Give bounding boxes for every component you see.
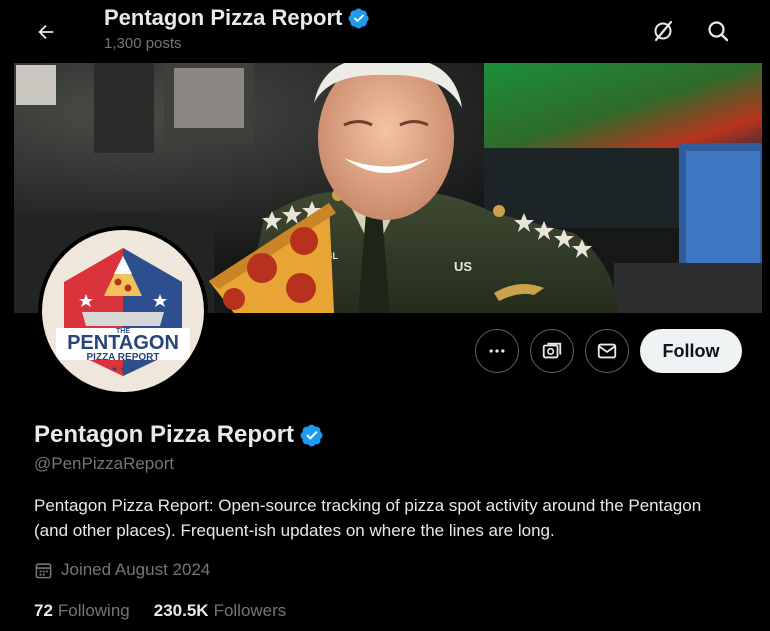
followers-count: 230.5K bbox=[153, 601, 209, 620]
profile-stats: 72 Following 230.5K Followers bbox=[34, 601, 286, 621]
pentagon-pizza-logo: THE PENTAGON PIZZA REPORT ★ ★ ★ bbox=[56, 248, 190, 376]
uniform-badge-text: US bbox=[454, 259, 472, 274]
verified-badge-icon[interactable] bbox=[300, 423, 324, 447]
search-icon bbox=[708, 21, 729, 42]
profile-name-row: Pentagon Pizza Report bbox=[34, 421, 324, 449]
followers-link[interactable]: 230.5K Followers bbox=[154, 601, 287, 621]
envelope-icon bbox=[597, 343, 617, 359]
follow-button[interactable]: Follow bbox=[640, 329, 742, 373]
more-button[interactable] bbox=[475, 329, 519, 373]
mute-button[interactable] bbox=[646, 14, 680, 48]
back-button[interactable] bbox=[30, 16, 62, 48]
search-button[interactable] bbox=[701, 14, 735, 48]
following-link[interactable]: 72 Following bbox=[34, 601, 130, 621]
following-label: Following bbox=[57, 601, 130, 620]
followers-label: Followers bbox=[213, 601, 287, 620]
posts-count: 1,300 posts bbox=[104, 35, 182, 52]
arrow-left-icon bbox=[38, 24, 54, 40]
profile-name: Pentagon Pizza Report bbox=[34, 421, 295, 448]
logo-stars: ★ ★ ★ bbox=[111, 365, 134, 373]
avatar[interactable]: THE PENTAGON PIZZA REPORT ★ ★ ★ bbox=[38, 226, 208, 396]
logo-line3: PIZZA REPORT bbox=[87, 352, 160, 363]
verified-badge-icon bbox=[348, 8, 369, 29]
header-title: Pentagon Pizza Report bbox=[104, 5, 343, 30]
calendar-icon bbox=[35, 562, 52, 578]
profile-handle: @PenPizzaReport bbox=[34, 454, 175, 473]
message-button[interactable] bbox=[585, 329, 629, 373]
joined-date: Joined August 2024 bbox=[34, 560, 210, 580]
following-count: 72 bbox=[34, 601, 53, 620]
bell-slash-icon bbox=[654, 20, 673, 42]
joined-text: Joined August 2024 bbox=[61, 560, 211, 579]
header-title-group: Pentagon Pizza Report 1,300 posts bbox=[104, 5, 370, 52]
grok-icon bbox=[542, 342, 562, 359]
more-dots-icon bbox=[489, 349, 505, 353]
profile-bio: Pentagon Pizza Report: Open-source track… bbox=[34, 496, 702, 540]
logo-line2: PENTAGON bbox=[67, 332, 179, 354]
top-bar: Pentagon Pizza Report 1,300 posts bbox=[0, 0, 770, 63]
grok-button[interactable] bbox=[530, 329, 574, 373]
